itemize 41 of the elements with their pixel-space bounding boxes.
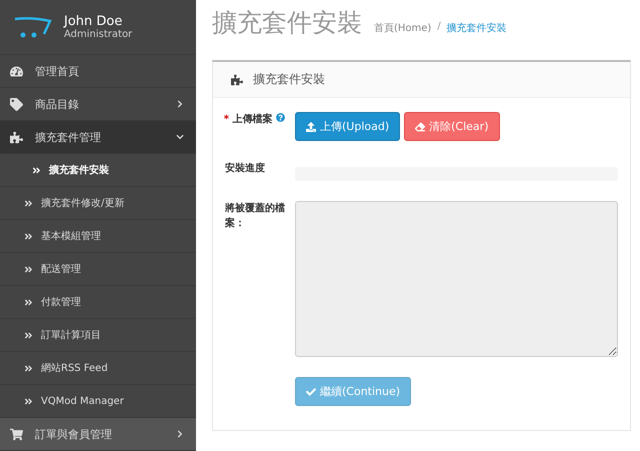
menu-icon [10, 428, 23, 440]
user-role: Administrator [64, 28, 132, 40]
submenu-item[interactable]: 付款管理 [0, 286, 196, 319]
menu-icon [10, 98, 23, 110]
menu-icon [10, 130, 23, 144]
upload-icon [306, 122, 316, 132]
breadcrumb-separator: / [437, 21, 441, 34]
overwrite-label: 將被覆蓋的檔案： [224, 202, 285, 231]
double-chevron-icon [24, 198, 33, 208]
submenu-item[interactable]: 配送管理 [0, 253, 196, 286]
submenu-item[interactable]: 基本模組管理 [0, 220, 196, 253]
double-chevron-icon [24, 364, 33, 372]
check-icon [306, 386, 316, 396]
submenu-item[interactable]: 擴充套件修改/更新 [0, 187, 196, 220]
double-chevron-icon [24, 330, 33, 340]
menu-item[interactable]: 擴充套件管理 [0, 121, 196, 154]
menu-item[interactable]: 訂單與會員管理 [0, 418, 196, 451]
menu-icon [10, 64, 23, 78]
help-icon[interactable] [276, 113, 285, 122]
chevron-right-icon [176, 430, 184, 438]
submenu-item[interactable]: 訂單計算項目 [0, 319, 196, 352]
page-title: 擴充套件安裝 [212, 7, 362, 39]
upload-label: * 上傳檔案 [213, 112, 285, 141]
double-chevron-icon [32, 166, 41, 174]
user-name: John Doe [64, 14, 122, 28]
upload-button[interactable]: 上傳(Upload) [295, 112, 400, 141]
double-chevron-icon [24, 232, 33, 240]
submenu-item[interactable]: 擴充套件安裝 [0, 154, 196, 187]
chevron-down-icon [176, 133, 184, 141]
double-chevron-icon [24, 264, 33, 274]
chevron-right-icon [176, 100, 184, 108]
breadcrumb-link[interactable]: 首頁(Home) [374, 21, 432, 35]
cart-logo-icon [14, 16, 52, 38]
progress-label: 安裝進度 [224, 161, 266, 176]
eraser-icon [415, 122, 426, 132]
double-chevron-icon [24, 298, 33, 306]
double-chevron-icon [24, 396, 33, 406]
breadcrumb-link[interactable]: 擴充套件安裝 [446, 21, 507, 35]
submenu-item[interactable]: 網站RSS Feed [0, 352, 196, 385]
puzzle-icon [231, 74, 243, 86]
panel-title: 擴充套件安裝 [253, 71, 325, 88]
